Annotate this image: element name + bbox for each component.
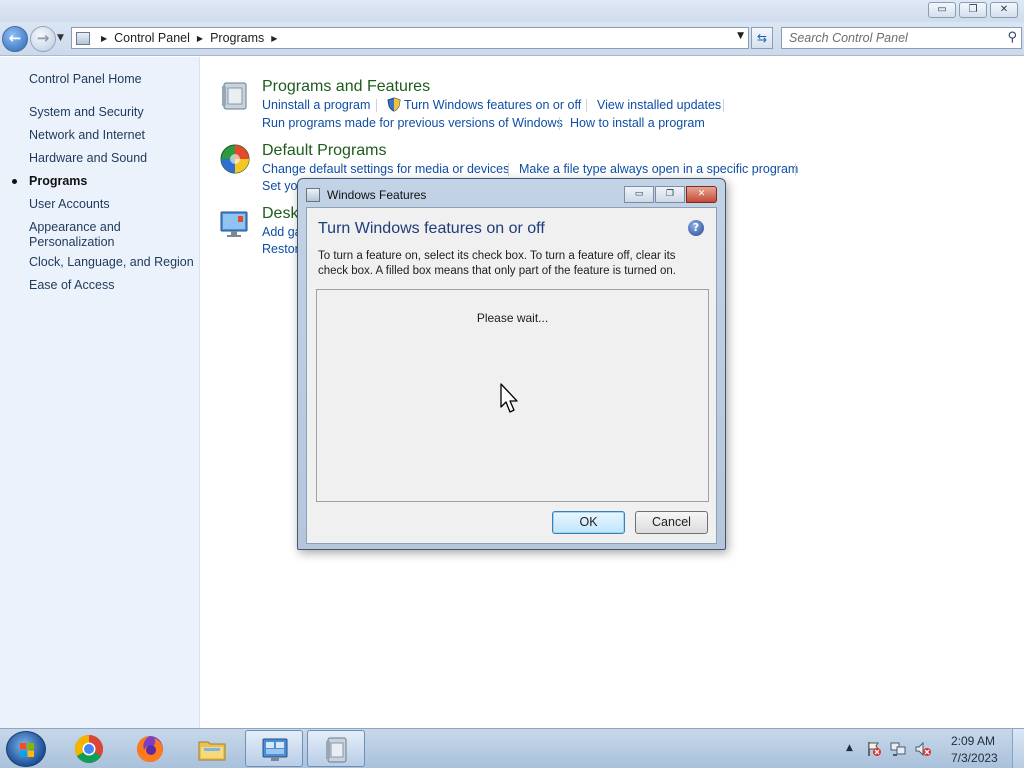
- windows-features-dialog: Windows Features ▭ ❐ ✕ Turn Windows feat…: [297, 178, 726, 550]
- shield-icon: [387, 97, 401, 112]
- compatibility-link[interactable]: Run programs made for previous versions …: [262, 116, 563, 130]
- mouse-pointer-icon: [500, 383, 518, 413]
- taskbar-control-panel[interactable]: [245, 730, 303, 767]
- breadcrumb-programs[interactable]: Programs: [210, 31, 264, 45]
- windows-features-icon: [306, 188, 320, 202]
- sidebar-item-programs[interactable]: Programs: [29, 174, 194, 189]
- cancel-button[interactable]: Cancel: [635, 511, 708, 534]
- sidebar-item-control-panel-home[interactable]: Control Panel Home: [29, 72, 194, 87]
- show-hidden-icons-button[interactable]: ▲: [846, 743, 853, 753]
- dialog-maximize-button[interactable]: ❐: [655, 186, 685, 203]
- link-divider: [795, 163, 796, 176]
- view-updates-link[interactable]: View installed updates: [597, 98, 721, 112]
- forward-button[interactable]: →: [30, 26, 56, 52]
- control-panel-taskbar-icon: [262, 738, 288, 761]
- uninstall-program-link[interactable]: Uninstall a program: [262, 98, 370, 112]
- volume-muted-icon[interactable]: [914, 741, 932, 757]
- ok-button[interactable]: OK: [552, 511, 625, 534]
- dialog-window-controls: ▭ ❐ ✕: [623, 186, 717, 203]
- window-titlebar: ▭ ❐ ✕: [0, 0, 1024, 22]
- chrome-icon: [75, 735, 103, 763]
- search-icon[interactable]: ⚲: [1007, 30, 1017, 45]
- link-divider: [508, 163, 509, 176]
- restore-button[interactable]: ❐: [959, 2, 987, 18]
- programs-features-title[interactable]: Programs and Features: [262, 78, 430, 96]
- folder-icon: [198, 741, 226, 761]
- sidebar-item-user-accounts[interactable]: User Accounts: [29, 197, 194, 212]
- sidebar-item-ease-of-access[interactable]: Ease of Access: [29, 278, 194, 293]
- breadcrumb-control-panel[interactable]: Control Panel: [114, 31, 190, 45]
- breadcrumb-separator-icon[interactable]: ▶: [197, 34, 203, 43]
- windows-logo-icon: [20, 743, 34, 757]
- dialog-title: Windows Features: [327, 188, 427, 202]
- navigation-bar: ← → ▼ ▶ Control Panel ▶ Programs ▶ ▼ ⇆ ⚲: [0, 22, 1024, 56]
- default-programs-icon: [220, 144, 250, 174]
- recent-pages-dropdown[interactable]: ▼: [57, 33, 64, 43]
- search-box[interactable]: ⚲: [781, 27, 1022, 49]
- back-button[interactable]: ←: [2, 26, 28, 52]
- dialog-heading: Turn Windows features on or off: [318, 220, 545, 237]
- desktop-gadgets-icon: [220, 211, 248, 237]
- breadcrumb-separator-icon[interactable]: ▶: [101, 34, 107, 43]
- taskbar-windows-features[interactable]: [307, 730, 365, 767]
- active-bullet: [12, 179, 17, 184]
- sidebar-item-clock-language-region[interactable]: Clock, Language, and Region: [29, 255, 194, 270]
- breadcrumb-separator-icon[interactable]: ▶: [271, 34, 277, 43]
- close-button[interactable]: ✕: [990, 2, 1018, 18]
- address-dropdown-icon[interactable]: ▼: [737, 31, 744, 41]
- address-bar[interactable]: ▶ Control Panel ▶ Programs ▶ ▼: [71, 27, 749, 49]
- windows-features-taskbar-icon: [326, 737, 347, 763]
- dialog-close-button[interactable]: ✕: [686, 186, 717, 203]
- taskbar-windows-explorer[interactable]: [183, 730, 241, 767]
- desktop-gadgets-title[interactable]: Desk: [262, 205, 298, 223]
- refresh-button[interactable]: ⇆: [751, 27, 773, 49]
- link-divider: [586, 99, 587, 112]
- link-divider: [559, 117, 560, 130]
- programs-features-icon: [222, 82, 247, 110]
- link-divider: [376, 99, 377, 112]
- help-icon[interactable]: ?: [688, 220, 704, 236]
- dialog-body: Turn Windows features on or off ? To tur…: [306, 207, 717, 544]
- file-type-link[interactable]: Make a file type always open in a specif…: [519, 162, 798, 176]
- add-gadgets-link[interactable]: Add ga: [262, 225, 302, 239]
- dialog-titlebar[interactable]: Windows Features ▭ ❐ ✕: [298, 179, 725, 206]
- minimize-button[interactable]: ▭: [928, 2, 956, 18]
- start-button[interactable]: [6, 731, 46, 767]
- window-controls: ▭ ❐ ✕: [928, 2, 1024, 18]
- sidebar: Control Panel Home System and Security N…: [0, 57, 200, 728]
- firefox-icon: [137, 736, 163, 762]
- taskbar: ▲ 2:09 AM 7/3/2023: [0, 728, 1024, 768]
- taskbar-firefox[interactable]: [121, 730, 179, 767]
- default-media-settings-link[interactable]: Change default settings for media or dev…: [262, 162, 509, 176]
- control-panel-icon: [76, 31, 90, 45]
- search-input[interactable]: [782, 28, 992, 48]
- please-wait-status: Please wait...: [476, 311, 549, 325]
- network-icon[interactable]: [890, 741, 907, 757]
- dialog-description: To turn a feature on, select its check b…: [318, 250, 676, 277]
- how-to-install-link[interactable]: How to install a program: [570, 116, 705, 130]
- link-divider: [723, 99, 724, 112]
- sidebar-item-network-internet[interactable]: Network and Internet: [29, 128, 194, 143]
- clock-date[interactable]: 7/3/2023: [951, 751, 998, 765]
- default-programs-title[interactable]: Default Programs: [262, 142, 387, 160]
- sidebar-item-appearance[interactable]: Appearance and Personalization: [29, 220, 149, 250]
- windows-features-link[interactable]: Turn Windows features on or off: [404, 98, 581, 112]
- taskbar-chrome[interactable]: [60, 730, 118, 767]
- action-center-icon[interactable]: [866, 741, 882, 757]
- sidebar-item-system-security[interactable]: System and Security: [29, 105, 194, 120]
- sidebar-item-hardware-sound[interactable]: Hardware and Sound: [29, 151, 194, 166]
- show-desktop-button[interactable]: [1012, 729, 1024, 768]
- dialog-minimize-button[interactable]: ▭: [624, 186, 654, 203]
- clock-time[interactable]: 2:09 AM: [951, 734, 995, 748]
